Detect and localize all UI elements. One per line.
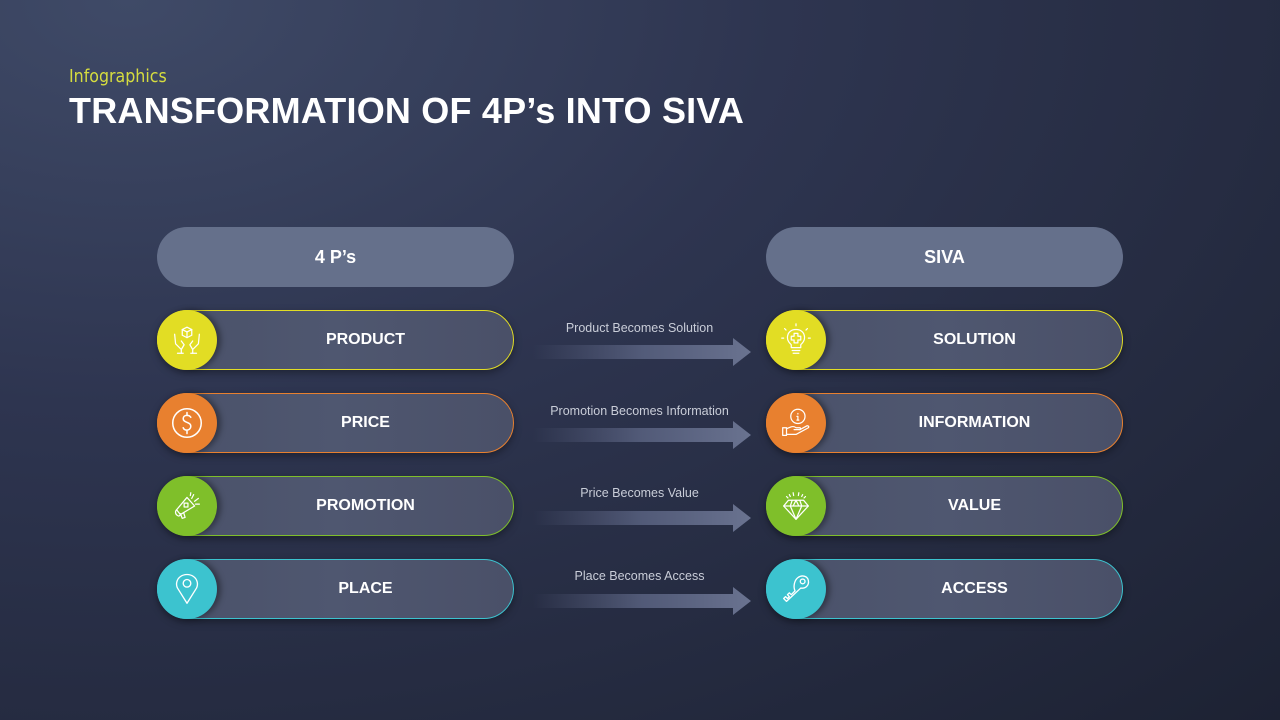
row-information: INFORMATION [765, 392, 1123, 453]
row-solution: SOLUTION [765, 309, 1123, 370]
row-solution-label: SOLUTION [933, 331, 1016, 348]
transition-label-4: Place Becomes Access [574, 569, 705, 583]
transition-label-3: Price Becomes Value [580, 486, 699, 500]
header-siva: SIVA [766, 227, 1123, 287]
info-hand-icon [765, 392, 826, 453]
row-promotion: PROMOTION [156, 475, 514, 536]
transition-label-1: Product Becomes Solution [565, 321, 714, 335]
row-price: PRICE [156, 392, 514, 453]
slide-title: TRANSFORMATION OF 4P’s INTO SIVA [69, 90, 745, 131]
arrow-3 [533, 504, 751, 532]
row-price-label: PRICE [341, 414, 390, 431]
transition-label-2: Promotion Becomes Information [550, 404, 729, 418]
diamond-icon [765, 475, 826, 536]
key-icon [765, 558, 826, 619]
header-4ps: 4 P’s [157, 227, 514, 287]
dollar-coin-icon [156, 392, 217, 453]
row-place-label: PLACE [338, 580, 393, 597]
row-value: VALUE [765, 475, 1123, 536]
header-4ps-label: 4 P’s [314, 246, 357, 267]
row-place: PLACE [156, 558, 514, 619]
hands-box-icon [156, 309, 217, 370]
arrow-2 [533, 421, 751, 449]
map-pin-icon [156, 558, 217, 619]
row-information-label: INFORMATION [918, 414, 1031, 431]
slide-subtitle: Infographics [69, 66, 167, 87]
arrow-4 [533, 587, 751, 615]
row-product: PRODUCT [156, 309, 514, 370]
row-access: ACCESS [765, 558, 1123, 619]
header-siva-label: SIVA [924, 246, 965, 267]
row-access-label: ACCESS [941, 580, 1008, 597]
row-value-label: VALUE [947, 497, 1002, 514]
row-product-label: PRODUCT [325, 331, 406, 348]
megaphone-icon [156, 475, 217, 536]
arrow-1 [533, 338, 751, 366]
row-promotion-label: PROMOTION [316, 497, 415, 514]
lightbulb-icon [765, 309, 826, 370]
